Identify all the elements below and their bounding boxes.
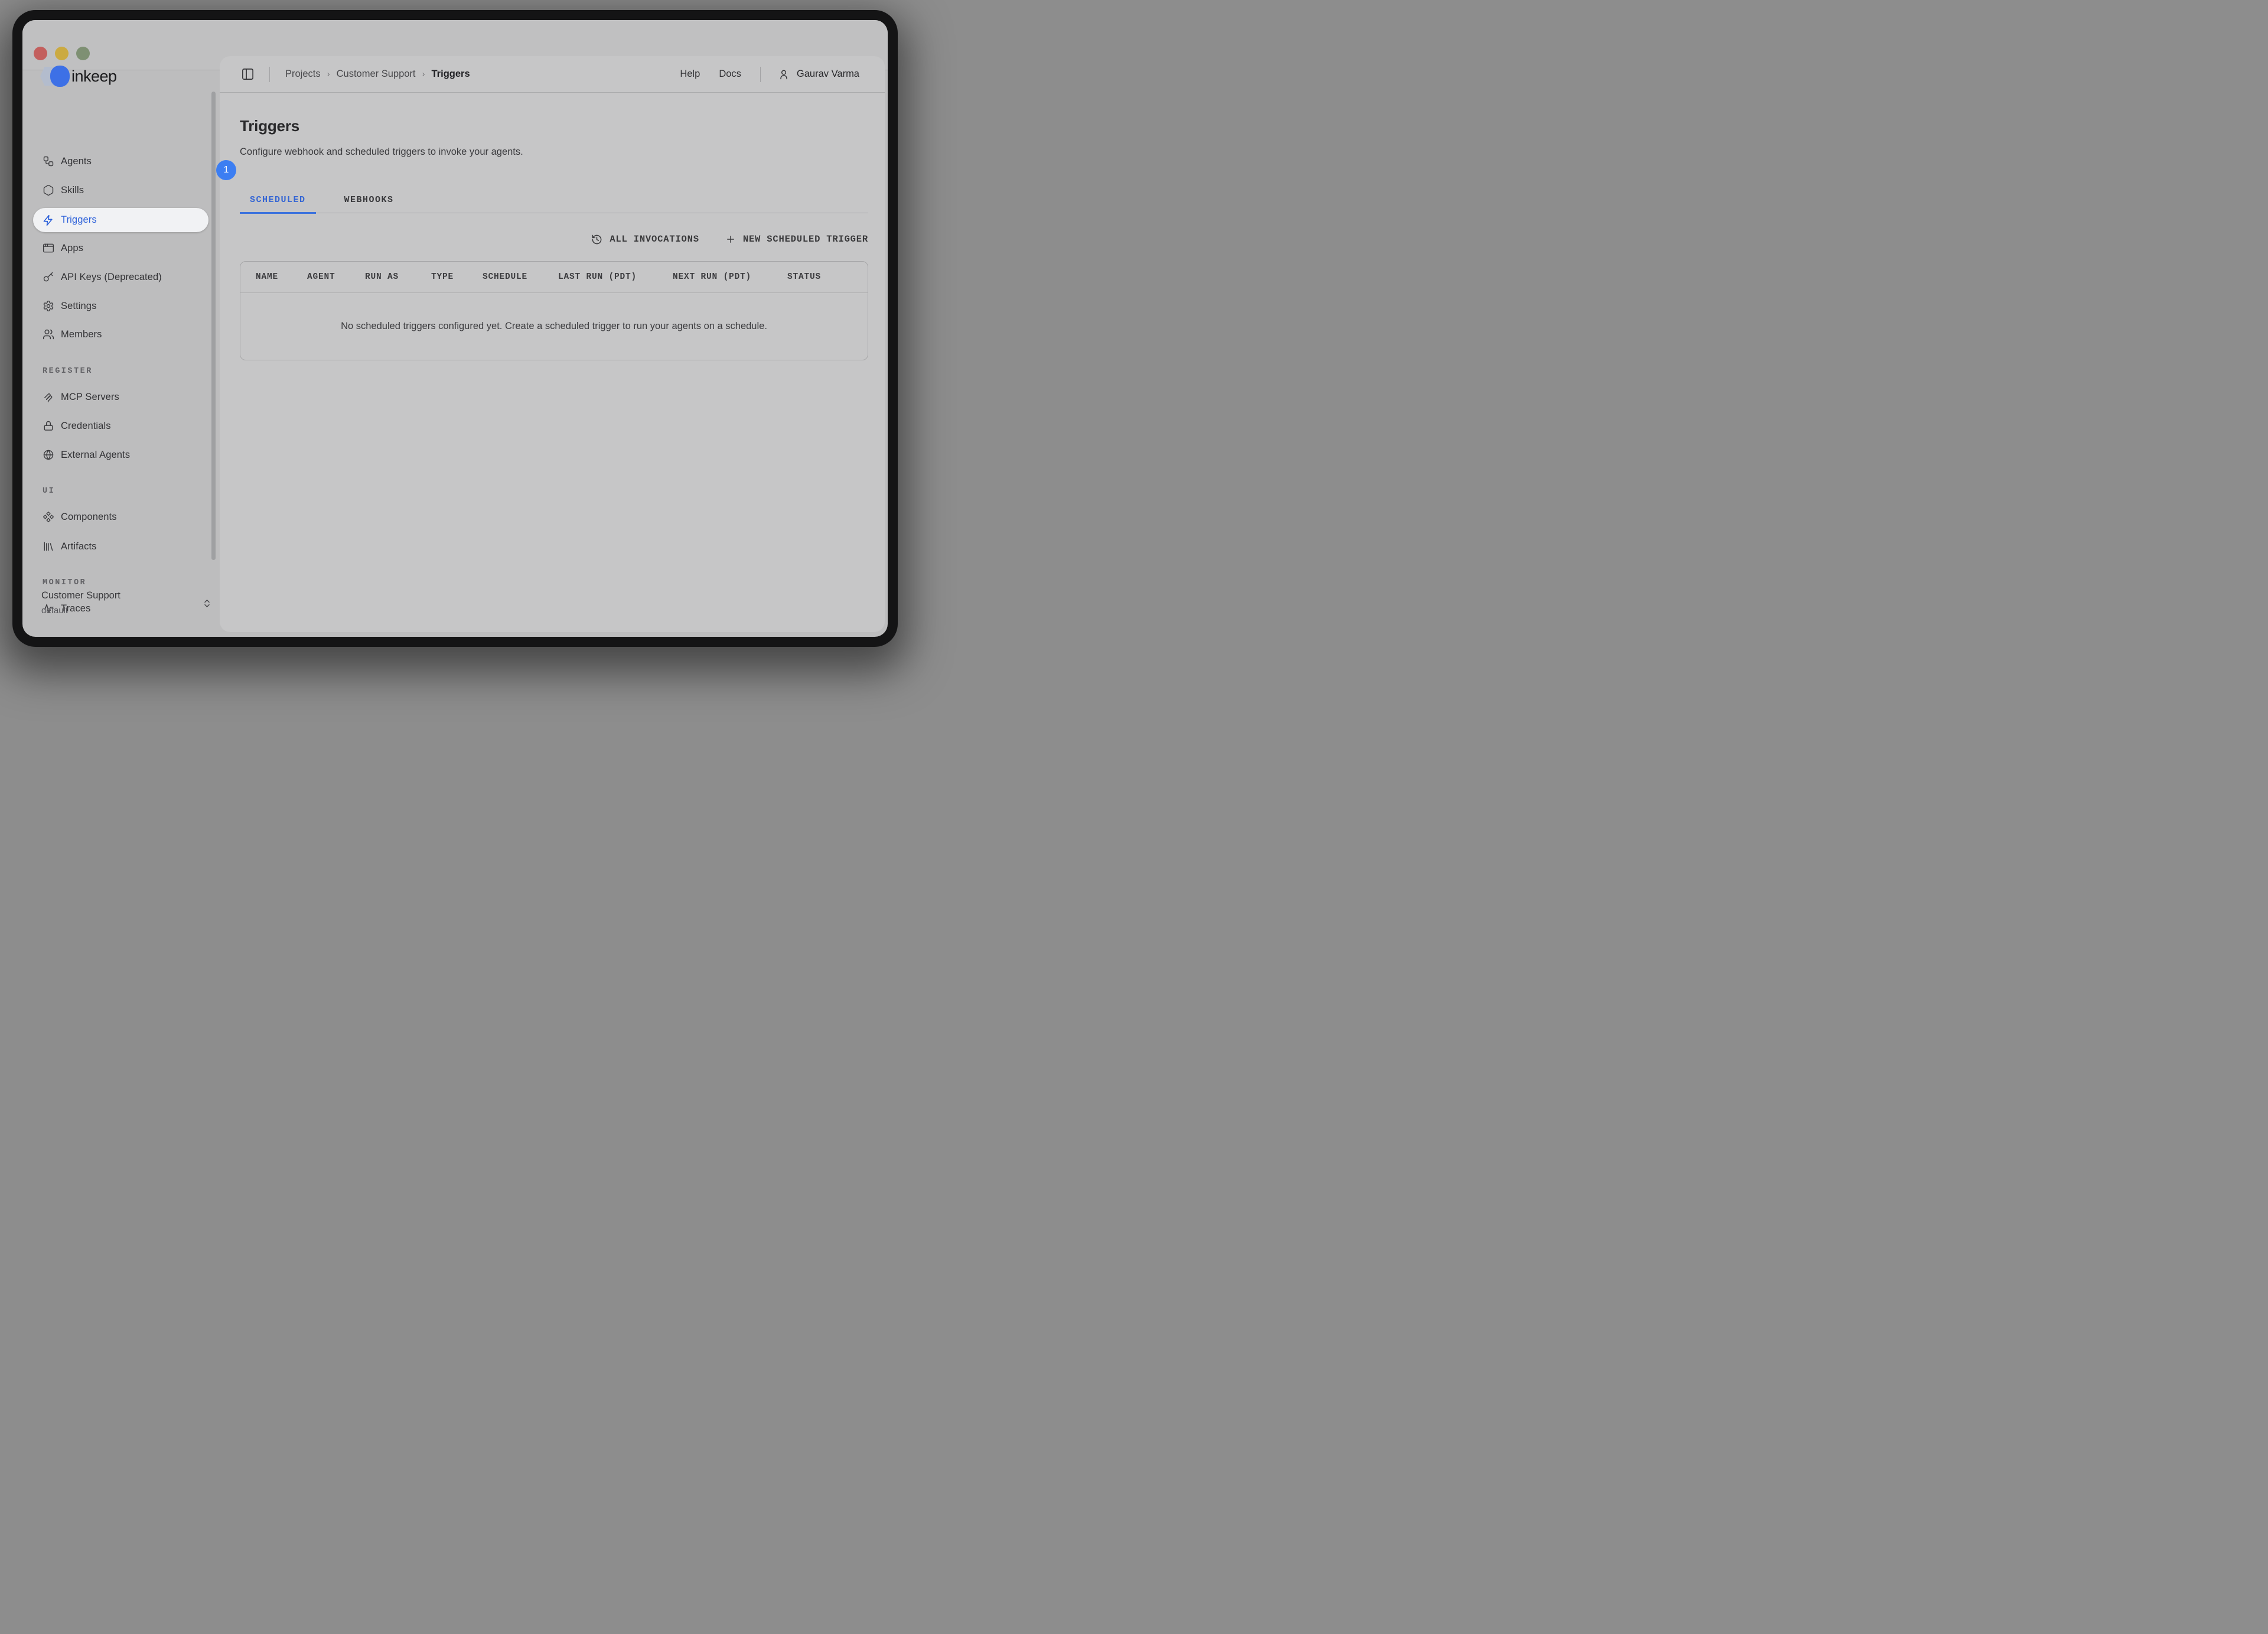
annotation-step-badge: 1: [216, 160, 236, 180]
table-header-row: NAME AGENT RUN AS TYPE SCHEDULE LAST RUN…: [240, 262, 868, 293]
new-scheduled-trigger-label: NEW SCHEDULED TRIGGER: [743, 234, 868, 245]
sidebar-item-label: Settings: [61, 301, 96, 312]
sidebar-item-api-keys[interactable]: API Keys (Deprecated): [33, 263, 210, 291]
zoom-button[interactable]: [76, 47, 90, 60]
all-invocations-label: ALL INVOCATIONS: [610, 234, 699, 245]
header-divider: [760, 67, 761, 82]
sidebar-item-artifacts[interactable]: Artifacts: [33, 532, 210, 561]
column-header-last-run: LAST RUN (PDT): [558, 262, 637, 292]
inkeep-logo-icon: [40, 66, 66, 87]
table-empty-state: No scheduled triggers configured yet. Cr…: [240, 292, 868, 360]
sidebar-item-label: API Keys (Deprecated): [61, 272, 162, 283]
sidebar-section-register: REGISTER: [43, 364, 93, 378]
zap-icon: [43, 214, 54, 226]
lock-icon: [43, 420, 54, 432]
minimize-button[interactable]: [55, 47, 69, 60]
workflow-icon: [43, 155, 54, 167]
page-title: Triggers: [240, 117, 868, 135]
help-link[interactable]: Help: [680, 69, 700, 80]
new-scheduled-trigger-button[interactable]: NEW SCHEDULED TRIGGER: [725, 234, 868, 245]
breadcrumb-projects[interactable]: Projects: [285, 69, 321, 80]
sidebar-section-monitor: MONITOR: [43, 575, 86, 590]
panel-header: Projects › Customer Support › Triggers H…: [220, 56, 885, 93]
breadcrumb-separator: ›: [327, 69, 330, 79]
sidebar-item-label: Skills: [61, 185, 84, 196]
scheduled-triggers-table: NAME AGENT RUN AS TYPE SCHEDULE LAST RUN…: [240, 261, 868, 360]
sidebar-item-credentials[interactable]: Credentials: [33, 412, 210, 440]
sidebar-item-external-agents[interactable]: External Agents: [33, 441, 210, 469]
sidebar-item-components[interactable]: Components: [33, 503, 210, 531]
sidebar-item-label: Credentials: [61, 421, 111, 432]
project-environment: default: [41, 606, 207, 616]
main-panel: Projects › Customer Support › Triggers H…: [220, 56, 885, 632]
app-window-icon: [43, 242, 54, 254]
sidebar-item-mcp-servers[interactable]: MCP Servers: [33, 383, 210, 411]
sidebar-item-label: Triggers: [61, 214, 97, 226]
breadcrumb: Projects › Customer Support › Triggers: [285, 69, 470, 80]
sidebar-item-label: Agents: [61, 156, 92, 167]
sidebar-item-members[interactable]: Members: [33, 320, 210, 349]
tab-bar: SCHEDULED WEBHOOKS: [240, 195, 868, 213]
column-header-type: TYPE: [431, 262, 454, 292]
page-description: Configure webhook and scheduled triggers…: [240, 147, 868, 158]
sidebar-section-ui: UI: [43, 484, 55, 498]
user-menu[interactable]: Gaurav Varma: [778, 69, 859, 80]
all-invocations-button[interactable]: ALL INVOCATIONS: [591, 234, 699, 245]
breadcrumb-project[interactable]: Customer Support: [337, 69, 416, 80]
page-content: Triggers Configure webhook and scheduled…: [240, 92, 868, 360]
sidebar-item-triggers[interactable]: Triggers: [33, 208, 208, 232]
sidebar-item-label: Components: [61, 512, 117, 523]
column-header-next-run: NEXT RUN (PDT): [673, 262, 751, 292]
sidebar-item-agents[interactable]: Agents: [33, 147, 210, 175]
breadcrumb-separator: ›: [422, 69, 425, 79]
header-right: Help Docs Gaurav Varma: [680, 67, 859, 82]
column-header-status: STATUS: [787, 262, 821, 292]
key-icon: [43, 271, 54, 283]
sidebar-item-skills[interactable]: Skills: [33, 176, 210, 204]
column-header-name: NAME: [256, 262, 278, 292]
sidebar-item-label: Artifacts: [61, 541, 97, 552]
inkeep-logo: inkeep: [40, 64, 117, 88]
history-icon: [591, 234, 602, 245]
user-name: Gaurav Varma: [797, 69, 859, 80]
plus-icon: [725, 234, 736, 245]
empty-state-message: No scheduled triggers configured yet. Cr…: [341, 321, 767, 332]
app-window: inkeep Agents Skills Triggers: [22, 20, 888, 637]
column-header-agent: AGENT: [307, 262, 335, 292]
chevrons-up-down-icon: [202, 598, 212, 608]
breadcrumb-current: Triggers: [432, 69, 470, 80]
column-header-run-as: RUN AS: [365, 262, 399, 292]
project-switcher[interactable]: Customer Support default: [41, 590, 207, 616]
tab-scheduled[interactable]: SCHEDULED: [240, 195, 316, 213]
project-name: Customer Support: [41, 590, 207, 601]
mcp-icon: [43, 391, 54, 403]
tab-webhooks[interactable]: WEBHOOKS: [334, 195, 404, 213]
sidebar-item-apps[interactable]: Apps: [33, 234, 210, 262]
sidebar: inkeep Agents Skills Triggers: [22, 70, 220, 637]
sidebar-item-label: Members: [61, 329, 102, 340]
sidebar-item-label: MCP Servers: [61, 392, 119, 403]
screen: inkeep Agents Skills Triggers: [0, 0, 910, 656]
sidebar-item-label: Apps: [61, 243, 83, 254]
sidebar-item-label: External Agents: [61, 450, 130, 461]
globe-icon: [43, 449, 54, 461]
traffic-lights: [34, 47, 90, 60]
user-icon: [778, 69, 790, 80]
docs-link[interactable]: Docs: [719, 69, 741, 80]
inkeep-logo-text: inkeep: [71, 67, 117, 86]
sidebar-toggle-button[interactable]: [241, 67, 255, 81]
table-actions: ALL INVOCATIONS NEW SCHEDULED TRIGGER: [240, 227, 868, 251]
hexagon-icon: [43, 184, 54, 196]
close-button[interactable]: [34, 47, 47, 60]
sidebar-scrollbar[interactable]: [211, 92, 216, 560]
sidebar-item-settings[interactable]: Settings: [33, 292, 210, 320]
header-divider: [269, 67, 270, 82]
gear-icon: [43, 300, 54, 312]
components-icon: [43, 511, 54, 523]
column-header-schedule: SCHEDULE: [483, 262, 527, 292]
users-icon: [43, 328, 54, 340]
library-icon: [43, 541, 54, 552]
